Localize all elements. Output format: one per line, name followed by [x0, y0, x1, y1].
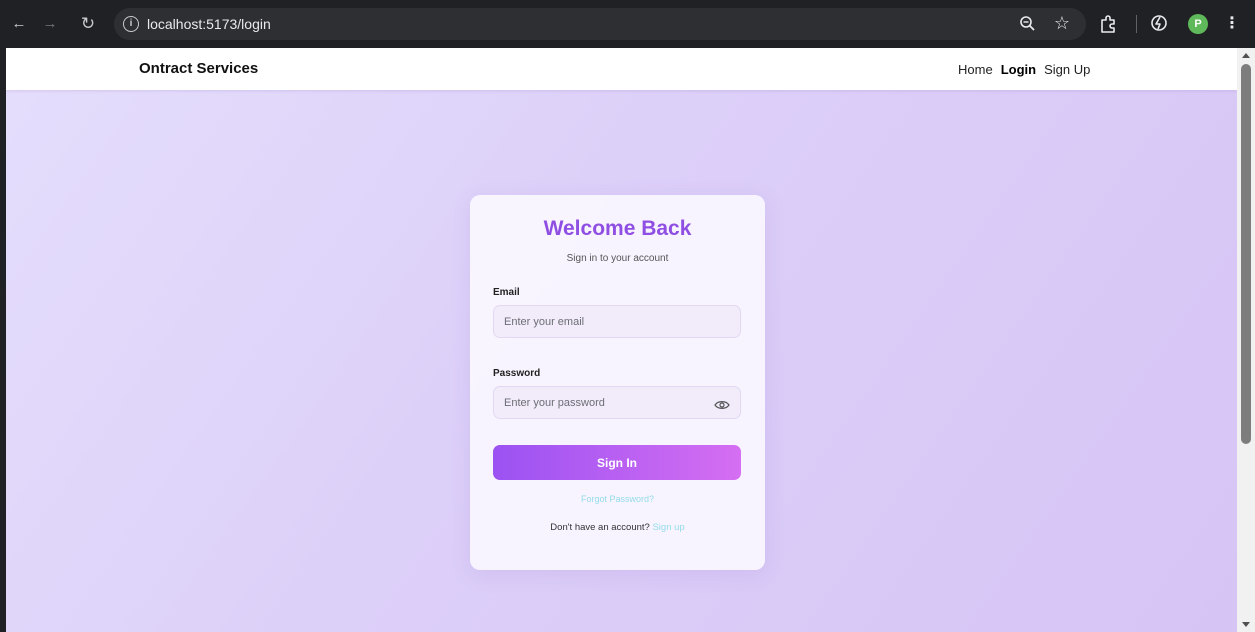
forgot-password-link[interactable]: Forgot Password? [470, 494, 765, 504]
browser-toolbar: ← → ↻ i localhost:5173/login ☆ P ⋮ [0, 0, 1255, 48]
menu-kebab-icon[interactable]: ⋮ [1224, 14, 1240, 34]
no-account-text: Don't have an account? [550, 522, 650, 533]
scroll-down-arrow-icon[interactable] [1242, 622, 1250, 627]
profile-avatar[interactable]: P [1188, 14, 1208, 34]
toolbar-divider [1136, 15, 1137, 33]
password-field[interactable] [493, 386, 741, 419]
password-label: Password [493, 368, 541, 379]
spark-icon[interactable] [1149, 13, 1169, 33]
nav-link-signup[interactable]: Sign Up [1044, 62, 1090, 77]
site-nav: Home Login Sign Up [958, 48, 1090, 90]
login-subtitle: Sign in to your account [566, 253, 669, 264]
address-bar[interactable]: i localhost:5173/login ☆ [114, 8, 1086, 40]
nav-link-home[interactable]: Home [958, 62, 993, 77]
page-scrollbar[interactable] [1237, 48, 1255, 632]
scrollbar-thumb[interactable] [1241, 64, 1251, 444]
nav-link-login[interactable]: Login [1001, 62, 1036, 77]
forward-arrow-icon[interactable]: → [40, 14, 60, 34]
info-icon[interactable]: i [123, 16, 139, 32]
login-title: Welcome Back [543, 217, 692, 240]
brand-logo-text[interactable]: Ontract Services [139, 48, 258, 90]
signup-link[interactable]: Sign up [652, 522, 684, 533]
site-header: Ontract Services Home Login Sign Up [6, 48, 1237, 90]
back-arrow-icon[interactable]: ← [9, 14, 29, 34]
reload-icon[interactable]: ↻ [78, 14, 98, 34]
url-text[interactable]: localhost:5173/login [147, 8, 271, 40]
eye-icon[interactable] [714, 399, 730, 411]
email-label: Email [493, 287, 520, 298]
page-viewport: Ontract Services Home Login Sign Up Welc… [6, 48, 1237, 632]
signup-prompt: Don't have an account? Sign up [470, 522, 765, 533]
zoom-icon[interactable] [1018, 14, 1038, 34]
login-card: Welcome Back Sign in to your account Ema… [470, 195, 765, 570]
extensions-icon[interactable] [1098, 14, 1118, 34]
scroll-up-arrow-icon[interactable] [1242, 53, 1250, 58]
email-field[interactable] [493, 305, 741, 338]
sign-in-button[interactable]: Sign In [493, 445, 741, 480]
bookmark-star-icon[interactable]: ☆ [1052, 13, 1072, 33]
